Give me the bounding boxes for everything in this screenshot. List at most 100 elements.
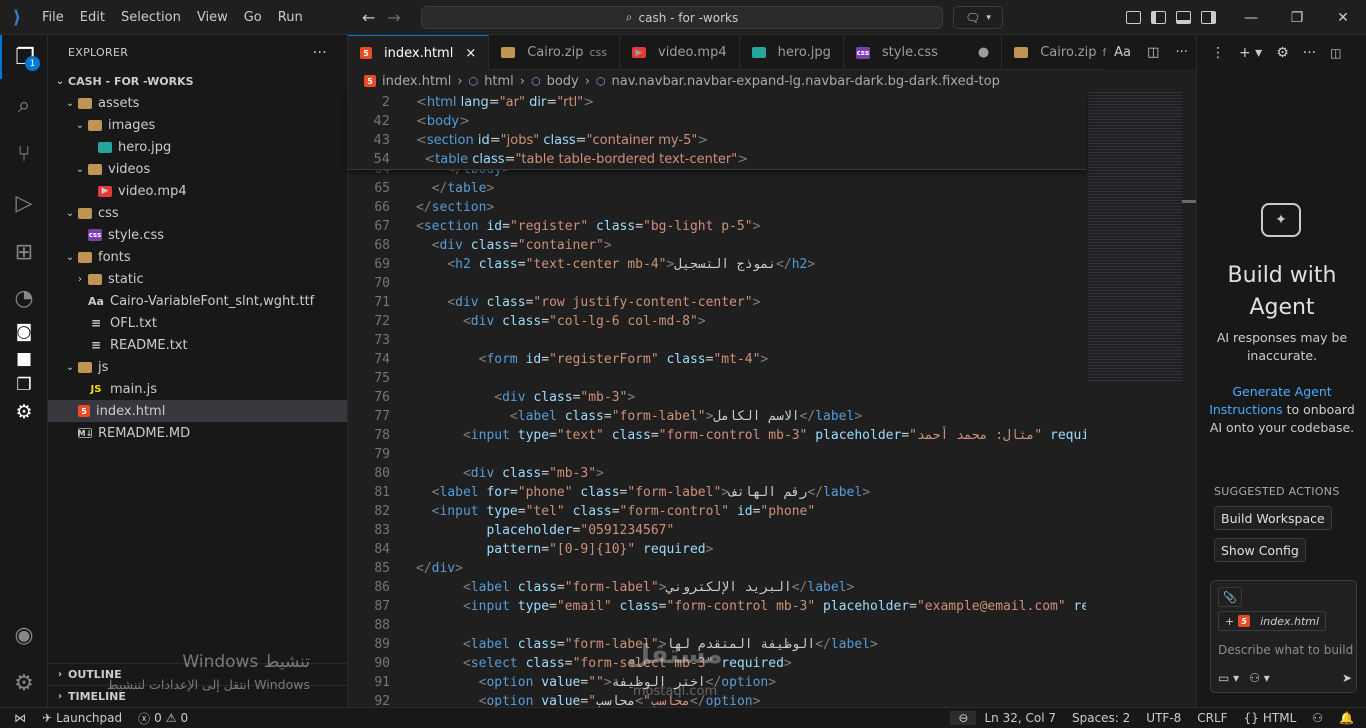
- toggle-primary-sidebar-icon[interactable]: [1151, 11, 1166, 24]
- tree-item[interactable]: ⌄ videos: [48, 158, 347, 180]
- build-workspace-button[interactable]: Build Workspace: [1214, 506, 1332, 530]
- customize-layout-icon[interactable]: [1126, 11, 1141, 24]
- new-chat-icon[interactable]: + ▾: [1239, 45, 1262, 61]
- copilot-status-icon[interactable]: ⚇: [1304, 711, 1331, 725]
- forward-arrow-icon[interactable]: →: [387, 8, 400, 27]
- copilot-button[interactable]: 🗨 ▾: [953, 6, 1003, 29]
- code-line[interactable]: 66 </section>: [348, 198, 1086, 217]
- attach-icon[interactable]: 📎: [1218, 587, 1242, 607]
- explorer-icon[interactable]: ❐ 1: [0, 35, 48, 79]
- code-line[interactable]: 87 <input type="email" class="form-contr…: [348, 597, 1086, 616]
- remote-indicator[interactable]: ⋈: [0, 711, 34, 725]
- menu-view[interactable]: View: [189, 0, 236, 35]
- more-actions-icon[interactable]: ···: [1176, 45, 1188, 60]
- tree-item[interactable]: ⌄ images: [48, 114, 347, 136]
- chat-input-placeholder[interactable]: Describe what to build: [1218, 643, 1354, 657]
- code-line[interactable]: 85 </div>: [348, 559, 1086, 578]
- encoding[interactable]: UTF-8: [1138, 711, 1189, 725]
- tree-item[interactable]: ⌄ js: [48, 356, 347, 378]
- context-file-chip[interactable]: + 5 index.html: [1218, 611, 1327, 631]
- tree-item[interactable]: 5 index.html: [48, 400, 347, 422]
- chat-input-box[interactable]: 📎 + 5 index.html Describe what to build …: [1210, 580, 1357, 693]
- menu-edit[interactable]: Edit: [72, 0, 113, 35]
- tree-item[interactable]: ≡ OFL.txt: [48, 312, 347, 334]
- unsaved-dot-icon[interactable]: ●: [978, 45, 989, 60]
- code-line[interactable]: 83 placeholder="0591234567": [348, 521, 1086, 540]
- run-debug-icon[interactable]: ▷: [0, 181, 48, 225]
- tree-item[interactable]: Aa Cairo-VariableFont_slnt,wght.ttf: [48, 290, 347, 312]
- tree-item[interactable]: css style.css: [48, 224, 347, 246]
- send-icon[interactable]: ➤: [1342, 671, 1352, 685]
- tree-item[interactable]: M↓ REMADME.MD: [48, 422, 347, 444]
- notifications-icon[interactable]: 🔔: [1331, 711, 1366, 725]
- scrollbar-thumb[interactable]: [1182, 200, 1196, 203]
- code-line[interactable]: 70: [348, 274, 1086, 293]
- code-line[interactable]: 88: [348, 616, 1086, 635]
- toggle-secondary-sidebar-icon[interactable]: [1201, 11, 1216, 24]
- font-preview-icon[interactable]: Aa: [1114, 45, 1131, 60]
- close-icon[interactable]: ◫: [1330, 46, 1341, 60]
- code-line[interactable]: 80 <div class="mb-3">: [348, 464, 1086, 483]
- code-line[interactable]: 72 <div class="col-lg-6 col-md-8">: [348, 312, 1086, 331]
- menu-selection[interactable]: Selection: [113, 0, 189, 35]
- manage-gear-icon[interactable]: ⚙: [0, 661, 48, 705]
- agent-mode-icon[interactable]: ⚇ ▾: [1249, 671, 1270, 685]
- editor-tab[interactable]: Cairo.zip css: [489, 35, 620, 70]
- more-actions-icon[interactable]: ⋮: [1211, 45, 1225, 61]
- code-line[interactable]: 42 <body>: [348, 112, 1086, 131]
- split-editor-icon[interactable]: ◫: [1147, 45, 1159, 60]
- code-line[interactable]: 84 pattern="[0-9]{10}" required>: [348, 540, 1086, 559]
- menu-go[interactable]: Go: [236, 0, 270, 35]
- editor-tab[interactable]: ▶ video.mp4: [620, 35, 740, 70]
- show-config-button[interactable]: Show Config: [1214, 538, 1306, 562]
- code-line[interactable]: 75: [348, 369, 1086, 388]
- tree-item[interactable]: JS main.js: [48, 378, 347, 400]
- menu-file[interactable]: File: [34, 0, 72, 35]
- breadcrumb-item[interactable]: nav.navbar.navbar-expand-lg.navbar-dark.…: [612, 74, 1000, 89]
- code-line[interactable]: 86 <label class="form-label">البريد الإل…: [348, 578, 1086, 597]
- command-center-search[interactable]: ⌕ cash - for -works: [421, 6, 943, 29]
- source-control-icon[interactable]: ⑂: [0, 132, 48, 176]
- back-arrow-icon[interactable]: ←: [362, 8, 375, 27]
- workspace-root[interactable]: ⌄ CASH - FOR -WORKS: [48, 70, 347, 92]
- settings-gear-icon[interactable]: ⚙: [0, 390, 48, 434]
- device-icon[interactable]: ▭ ▾: [1218, 671, 1239, 685]
- minimap[interactable]: [1088, 92, 1182, 382]
- tree-item[interactable]: hero.jpg: [48, 136, 347, 158]
- tree-item[interactable]: › static: [48, 268, 347, 290]
- code-line[interactable]: 68 <div class="container">: [348, 236, 1086, 255]
- code-line[interactable]: 54 <table class="table table-bordered te…: [348, 150, 1086, 169]
- editor-tab[interactable]: hero.jpg: [740, 35, 844, 70]
- tree-item[interactable]: ⌄ fonts: [48, 246, 347, 268]
- more-actions-icon[interactable]: ···: [313, 45, 327, 61]
- code-lines[interactable]: 64 </tbody>65 </table>66</section>67<sec…: [348, 92, 1086, 707]
- account-icon[interactable]: ◉: [0, 613, 48, 657]
- tree-item[interactable]: ≡ README.txt: [48, 334, 347, 356]
- search-icon[interactable]: ⌕: [0, 83, 48, 127]
- code-line[interactable]: 2 <html lang="ar" dir="rtl">: [348, 93, 1086, 112]
- editor-tab[interactable]: 5 index.html ×: [348, 35, 490, 70]
- more-actions-icon[interactable]: ···: [1303, 45, 1316, 61]
- breadcrumb-item[interactable]: html: [484, 74, 514, 89]
- line-endings[interactable]: CRLF: [1189, 711, 1235, 725]
- code-line[interactable]: 65 </table>: [348, 179, 1086, 198]
- menu-run[interactable]: Run: [270, 0, 311, 35]
- zoom-icon[interactable]: ⊖: [950, 711, 977, 725]
- cursor-position[interactable]: Ln 32, Col 7: [976, 711, 1064, 725]
- breadcrumb-item[interactable]: body: [547, 74, 579, 89]
- code-line[interactable]: 67 <section id="register" class="bg-light…: [348, 217, 1086, 236]
- tree-item[interactable]: ▶ video.mp4: [48, 180, 347, 202]
- settings-gear-icon[interactable]: ⚙: [1276, 45, 1289, 61]
- extensions-icon[interactable]: ⊞: [0, 230, 48, 274]
- code-line[interactable]: 74 <form id="registerForm" class="mt-4">: [348, 350, 1086, 369]
- code-line[interactable]: 76 <div class="mb-3">: [348, 388, 1086, 407]
- toggle-panel-icon[interactable]: [1176, 11, 1191, 24]
- launchpad-item[interactable]: ✈ Launchpad: [34, 711, 130, 725]
- code-line[interactable]: 78 <input type="text" class="form-contro…: [348, 426, 1086, 445]
- code-line[interactable]: 69 <h2 class="text-center mb-4">نموذج ال…: [348, 255, 1086, 274]
- sticky-scroll[interactable]: 2 <html lang="ar" dir="rtl"> 42 <body> 43 <se…: [348, 92, 1086, 170]
- code-line[interactable]: 79: [348, 445, 1086, 464]
- tree-item[interactable]: ⌄ css: [48, 202, 347, 224]
- minimize-icon[interactable]: —: [1228, 0, 1274, 35]
- close-tab-icon[interactable]: ×: [465, 46, 476, 61]
